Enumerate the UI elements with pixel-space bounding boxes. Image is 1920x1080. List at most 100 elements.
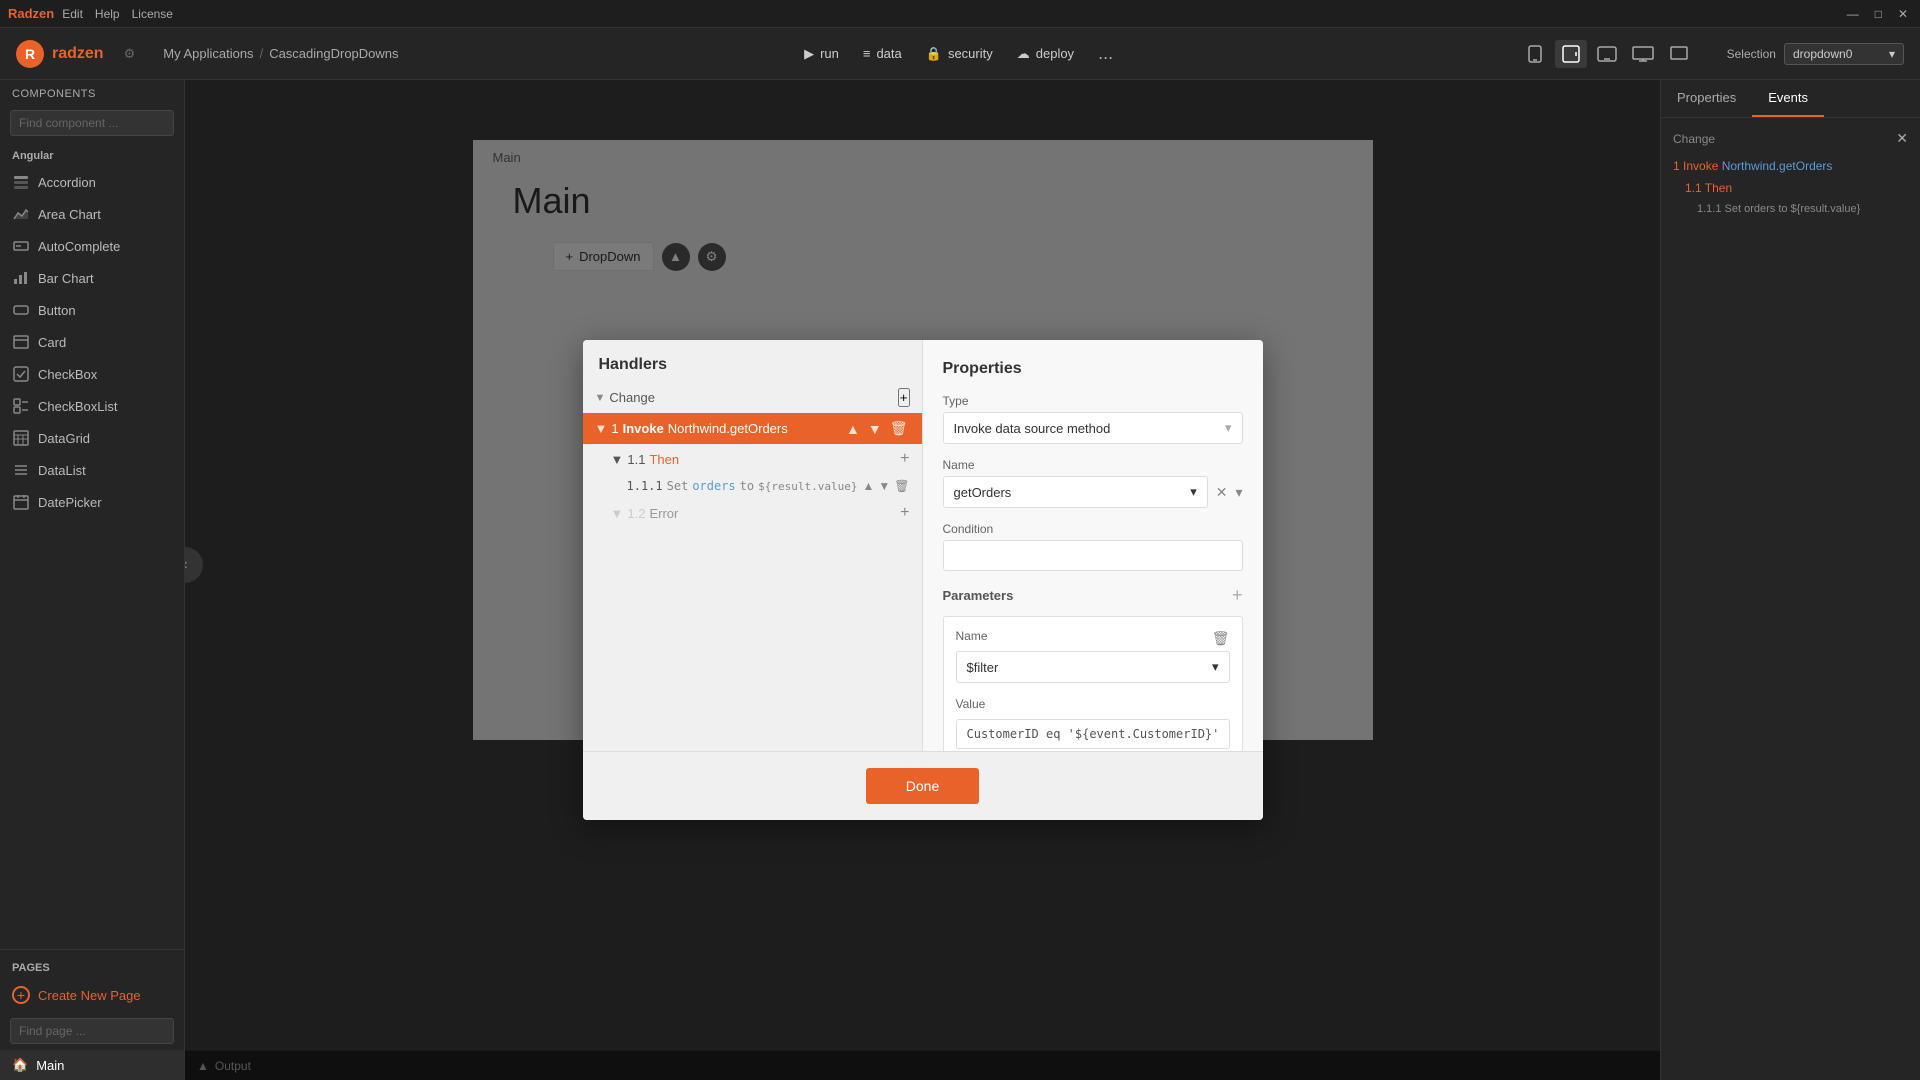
param-name-header: Name 🗑 [956, 629, 1230, 647]
handler-item-then[interactable]: ▼ 1.1 Then + [583, 444, 922, 474]
maximize-button[interactable]: □ [1871, 7, 1886, 21]
properties-title: Properties [943, 360, 1243, 378]
type-value: Invoke data source method [954, 421, 1111, 436]
sidebar-item-datagrid[interactable]: DataGrid [0, 422, 184, 454]
selection-select[interactable]: dropdown0 ▾ [1784, 43, 1904, 65]
breadcrumb: My Applications / CascadingDropDowns [163, 46, 398, 61]
device-desktop-narrow[interactable] [1663, 40, 1695, 68]
invoke-down-button[interactable]: ▼ [866, 420, 884, 437]
deploy-action[interactable]: ☁ deploy [1017, 46, 1074, 62]
security-action[interactable]: 🔒 security [926, 46, 993, 62]
page-icon: 🏠 [12, 1057, 28, 1073]
param-name-select[interactable]: $filter ▾ [956, 651, 1230, 683]
breadcrumb-app[interactable]: My Applications [163, 46, 253, 61]
condition-input[interactable] [943, 540, 1243, 571]
menu-edit[interactable]: Edit [62, 7, 83, 21]
set-left: 1.1.1 Set orders to ${result.value} [627, 479, 858, 493]
bar-chart-icon [12, 269, 30, 287]
breadcrumb-page[interactable]: CascadingDropDowns [269, 46, 398, 61]
type-select[interactable]: Invoke data source method ▾ [943, 412, 1243, 444]
sidebar-item-checkbox[interactable]: CheckBox [0, 358, 184, 390]
sidebar-item-area-chart[interactable]: Area Chart [0, 198, 184, 230]
rp-set-label: 1.1.1 Set orders to ${result.value} [1697, 203, 1860, 215]
set-delete-button[interactable]: 🗑 [894, 479, 909, 493]
find-page-container [0, 1012, 184, 1050]
sidebar-item-button[interactable]: Button [0, 294, 184, 326]
param-name-label: Name [956, 629, 988, 643]
card-icon [12, 333, 30, 351]
invoke-delete-button[interactable]: 🗑 [888, 420, 910, 437]
error-arrow-icon: ▼ [611, 506, 624, 521]
add-then-button[interactable]: + [900, 450, 909, 468]
device-desktop-wide[interactable] [1627, 40, 1659, 68]
sidebar-page-main[interactable]: 🏠 Main ✏ 🗑 [0, 1050, 184, 1080]
sidebar-items-list: Accordion Area Chart AutoComplete Bar Ch… [0, 166, 184, 949]
datagrid-icon [12, 429, 30, 447]
create-new-page-button[interactable]: + Create New Page [0, 978, 184, 1012]
tab-events[interactable]: Events [1752, 80, 1824, 117]
menu-help[interactable]: Help [95, 7, 120, 21]
device-tablet-portrait[interactable] [1555, 40, 1587, 68]
name-dropdown-button[interactable]: ▾ [1235, 484, 1242, 501]
sidebar-item-autocomplete[interactable]: AutoComplete [0, 230, 184, 262]
right-panel-content: Change ✕ 1 Invoke Northwind.getOrders 1.… [1661, 118, 1920, 1080]
run-action[interactable]: ▶ run [804, 46, 839, 62]
topnav-actions: ▶ run ≡ data 🔒 security ☁ deploy ... [804, 43, 1113, 64]
param-value-label: Value [956, 697, 1230, 711]
datalist-label: DataList [38, 463, 86, 478]
set-controls: ▲ ▼ 🗑 [862, 479, 909, 493]
sidebar-item-accordion[interactable]: Accordion [0, 166, 184, 198]
sidebar-item-datepicker[interactable]: DatePicker [0, 486, 184, 518]
tab-properties[interactable]: Properties [1661, 80, 1752, 117]
search-input[interactable] [10, 110, 174, 136]
minimize-button[interactable]: — [1843, 7, 1863, 21]
sidebar-item-bar-chart[interactable]: Bar Chart [0, 262, 184, 294]
set-up-button[interactable]: ▲ [862, 479, 874, 493]
data-action[interactable]: ≡ data [863, 46, 902, 61]
param-select-arrow-icon: ▾ [1212, 659, 1219, 675]
brand-logo: R radzen [16, 40, 104, 68]
parameter-box: Name 🗑 $filter ▾ Value [943, 616, 1243, 751]
selection-chevron-icon: ▾ [1889, 47, 1895, 61]
done-button[interactable]: Done [866, 768, 979, 804]
handler-item-error[interactable]: ▼ 1.2 Error + [583, 498, 922, 528]
change-arrow-icon: ▼ [595, 392, 606, 404]
close-button[interactable]: ✕ [1894, 7, 1912, 21]
device-mobile[interactable] [1519, 40, 1551, 68]
autocomplete-icon [12, 237, 30, 255]
invoke-up-button[interactable]: ▲ [844, 420, 862, 437]
add-handler-button[interactable]: + [898, 388, 910, 407]
modal-header: Handlers [583, 340, 922, 382]
change-close-button[interactable]: ✕ [1896, 130, 1908, 147]
name-delete-button[interactable]: ✕ [1216, 484, 1228, 501]
sidebar-item-datalist[interactable]: DataList [0, 454, 184, 486]
angular-section-title: Angular [0, 146, 184, 166]
accordion-icon [12, 173, 30, 191]
handler-item-invoke[interactable]: ▼ 1 Invoke Northwind.getOrders ▲ ▼ 🗑 [583, 413, 922, 444]
then-left: ▼ 1.1 Then [611, 452, 680, 467]
set-down-button[interactable]: ▼ [878, 479, 890, 493]
invoke-arrow-icon: ▼ [595, 421, 608, 436]
area-chart-label: Area Chart [38, 207, 101, 222]
delete-page-icon[interactable]: 🗑 [157, 1058, 172, 1072]
modal-body: Handlers ▼ Change + ▼ 1 [583, 340, 1263, 751]
app-title: Radzen [8, 6, 54, 21]
handler-change-row[interactable]: ▼ Change + [583, 382, 922, 413]
name-select[interactable]: getOrders ▾ [943, 476, 1208, 508]
sidebar-item-card[interactable]: Card [0, 326, 184, 358]
device-tablet-landscape[interactable] [1591, 40, 1623, 68]
edit-page-icon[interactable]: ✏ [143, 1058, 153, 1072]
autocomplete-label: AutoComplete [38, 239, 120, 254]
add-error-button[interactable]: + [900, 504, 909, 522]
type-select-arrow-icon: ▾ [1225, 420, 1232, 436]
sidebar-item-checkboxlist[interactable]: CheckBoxList [0, 390, 184, 422]
add-parameter-button[interactable]: + [1232, 585, 1243, 606]
more-button[interactable]: ... [1098, 43, 1113, 64]
invoke-method-name: Northwind.getOrders [668, 421, 788, 436]
menu-license[interactable]: License [132, 7, 173, 21]
handler-item-set[interactable]: 1.1.1 Set orders to ${result.value} ▲ ▼ … [583, 474, 922, 498]
param-value-input[interactable] [956, 719, 1230, 749]
right-panel-set-item: 1.1.1 Set orders to ${result.value} [1673, 199, 1908, 219]
param-delete-button[interactable]: 🗑 [1212, 630, 1230, 647]
find-page-input[interactable] [10, 1018, 174, 1044]
